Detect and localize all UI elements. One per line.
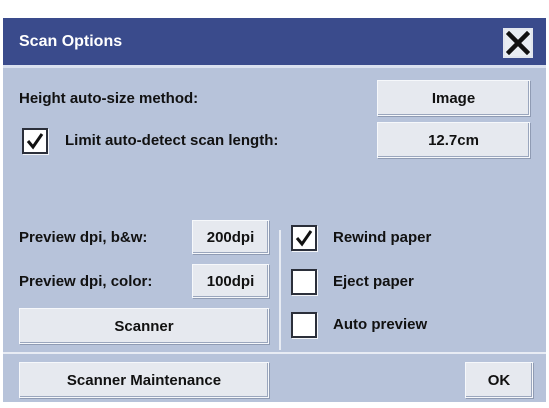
rewind-paper-checkbox[interactable] bbox=[291, 225, 317, 251]
close-icon bbox=[506, 31, 530, 55]
limit-autodetect-label: Limit auto-detect scan length: bbox=[65, 132, 279, 149]
scan-length-button[interactable]: 12.7cm bbox=[377, 122, 530, 158]
screen: Scan Options Height auto-size method: Im… bbox=[0, 0, 549, 408]
preview-bw-button[interactable]: 200dpi bbox=[192, 220, 269, 254]
dialog-title: Scan Options bbox=[19, 33, 123, 50]
scan-options-dialog: Scan Options Height auto-size method: Im… bbox=[3, 18, 546, 402]
title-bar: Scan Options bbox=[3, 18, 546, 68]
height-autosize-label: Height auto-size method: bbox=[19, 90, 199, 107]
scanner-maintenance-button[interactable]: Scanner Maintenance bbox=[19, 362, 269, 398]
limit-autodetect-checkbox[interactable] bbox=[22, 128, 48, 154]
auto-preview-label: Auto preview bbox=[333, 316, 428, 333]
scanner-button[interactable]: Scanner bbox=[19, 308, 269, 344]
auto-preview-checkbox[interactable] bbox=[291, 312, 317, 338]
preview-bw-label: Preview dpi, b&w: bbox=[19, 229, 148, 246]
footer-divider bbox=[3, 352, 546, 354]
checkmark-icon bbox=[295, 230, 313, 247]
eject-paper-label: Eject paper bbox=[333, 273, 414, 290]
preview-color-button[interactable]: 100dpi bbox=[192, 264, 269, 298]
checkmark-icon bbox=[26, 133, 44, 150]
height-autosize-button[interactable]: Image bbox=[377, 80, 530, 116]
rewind-paper-label: Rewind paper bbox=[333, 229, 432, 246]
close-button[interactable] bbox=[503, 28, 533, 58]
ok-button[interactable]: OK bbox=[465, 362, 533, 398]
preview-color-label: Preview dpi, color: bbox=[19, 273, 153, 290]
section-divider bbox=[279, 230, 281, 350]
eject-paper-checkbox[interactable] bbox=[291, 269, 317, 295]
